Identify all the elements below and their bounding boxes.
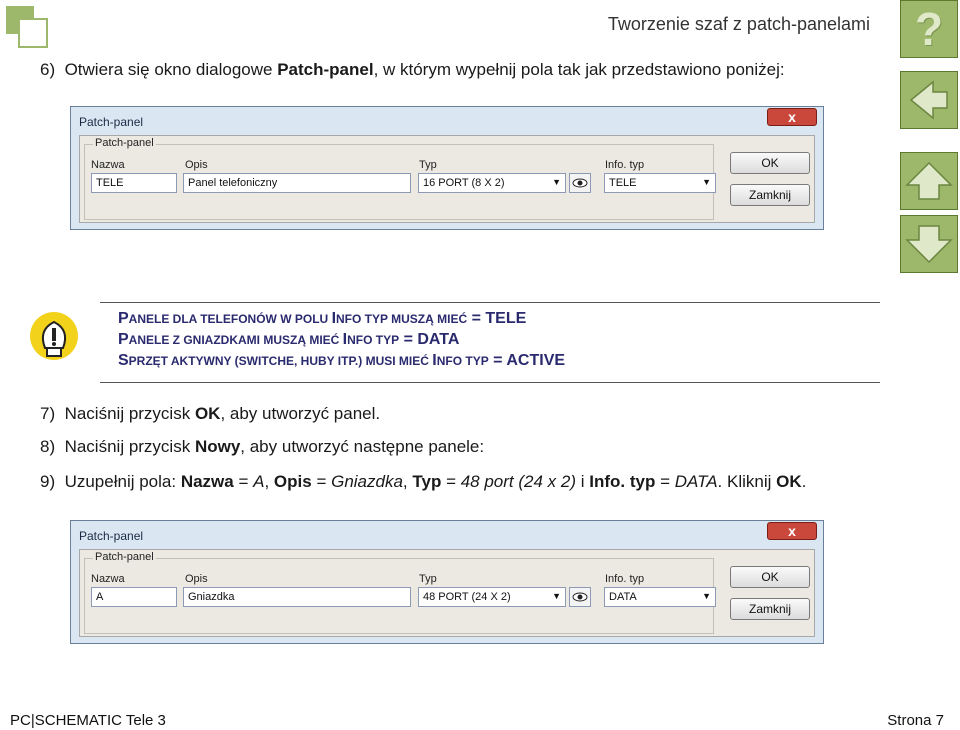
nazwa-field[interactable]: A [91,587,177,607]
close-icon[interactable]: x [767,108,817,126]
info-typ-label: Info. typ [605,573,645,585]
opis-label: Opis [185,159,208,171]
tip-line-1: PANELE DLA TELEFONÓW W POLU INFO TYP MUS… [118,310,527,327]
lightbulb-icon [28,312,80,375]
zamknij-button[interactable]: Zamknij [730,598,810,620]
typ-select[interactable]: 48 PORT (24 X 2) ▼ [418,587,566,607]
dialog-title: Patch-panel [79,115,144,129]
up-arrow-icon[interactable] [900,152,958,210]
step-6: 6) Otwiera się okno dialogowe Patch-pane… [40,60,785,79]
patch-panel-group: Patch-panel Nazwa TELE Opis Panel telefo… [84,137,716,220]
tip-top-rule [100,302,880,303]
info-typ-select[interactable]: DATA ▼ [604,587,716,607]
close-icon[interactable]: x [767,522,817,540]
ok-button[interactable]: OK [730,566,810,588]
tip-bottom-rule [100,382,880,383]
help-icon[interactable]: ? [900,0,958,58]
eye-icon[interactable] [569,587,591,607]
document-title: Tworzenie szaf z patch-panelami [607,14,870,34]
tip-line-3: SPRZĘT AKTYWNY (SWITCHE, HUBY ITP.) MUSI… [118,352,566,369]
typ-label: Typ [419,159,437,171]
step-7: 7) Naciśnij przycisk OK, aby utworzyć pa… [40,404,381,423]
opis-field[interactable]: Gniazdka [183,587,411,607]
step-8: 8) Naciśnij przycisk Nowy, aby utworzyć … [40,437,485,456]
typ-label: Typ [419,573,437,585]
nazwa-label: Nazwa [91,159,125,171]
info-typ-select[interactable]: TELE ▼ [604,173,716,193]
opis-label: Opis [185,573,208,585]
patch-panel-group: Patch-panel Nazwa A Opis Gniazdka Typ 48… [84,551,716,634]
patch-panel-dialog: Patch-panel x Patch-panel Nazwa TELE Opi… [70,106,824,230]
ok-button[interactable]: OK [730,152,810,174]
page-number: Strona 7 [887,712,944,729]
opis-field[interactable]: Panel telefoniczny [183,173,411,193]
info-typ-label: Info. typ [605,159,645,171]
patch-panel-dialog-2: Patch-panel x Patch-panel Nazwa A Opis G… [70,520,824,644]
logo-square-outline [18,18,48,48]
step-9: 9) Uzupełnij pola: Nazwa = A, Opis = Gni… [40,472,807,491]
nazwa-field[interactable]: TELE [91,173,177,193]
dialog-title: Patch-panel [79,529,144,543]
back-arrow-icon[interactable] [900,71,958,129]
footer-product: PC|SCHEMATIC Tele 3 [10,712,166,729]
down-arrow-icon[interactable] [900,215,958,273]
tip-line-2: PANELE Z GNIAZDKAMI MUSZĄ MIEĆ INFO TYP … [118,331,460,348]
eye-icon[interactable] [569,173,591,193]
nazwa-label: Nazwa [91,573,125,585]
zamknij-button[interactable]: Zamknij [730,184,810,206]
typ-select[interactable]: 16 PORT (8 X 2) ▼ [418,173,566,193]
